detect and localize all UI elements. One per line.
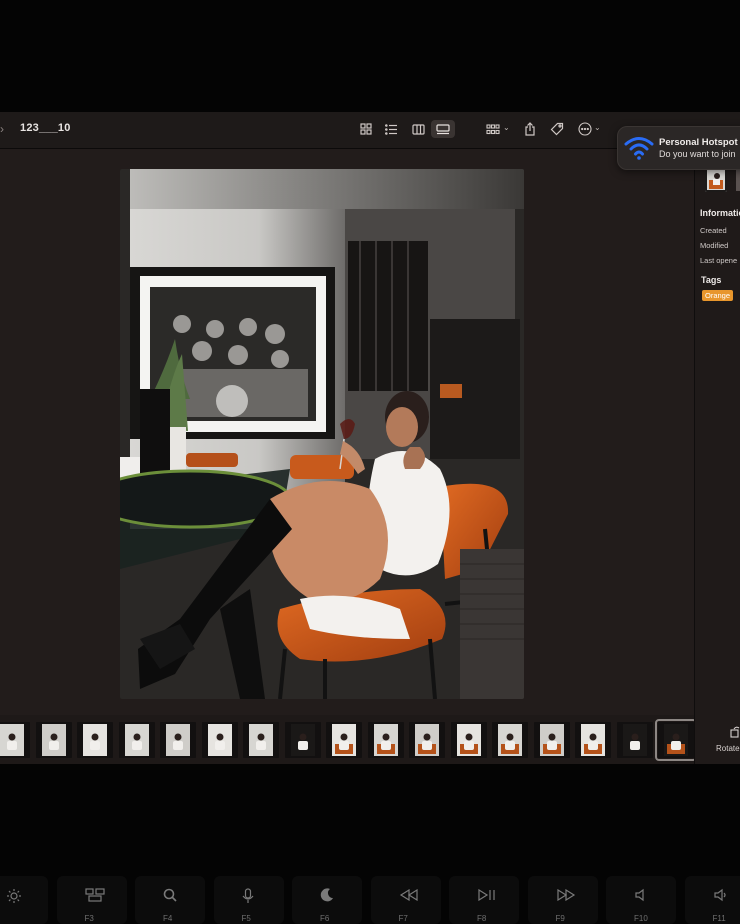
mission-control-icon	[84, 888, 105, 907]
info-sidebar: Informatio Created Modified Last opene T…	[694, 149, 740, 764]
tag-icon[interactable]	[548, 121, 566, 137]
filmstrip-thumbnail[interactable]	[160, 722, 196, 758]
preview-area	[0, 149, 694, 715]
filmstrip-thumbnail[interactable]	[575, 722, 611, 758]
sidebar-thumbnail-next[interactable]	[736, 167, 740, 191]
more-icon[interactable]	[576, 121, 594, 137]
notification-body: Do you want to join	[659, 149, 736, 159]
back-chevron-icon[interactable]: ›	[0, 122, 4, 136]
info-modified-label: Modified	[700, 241, 729, 250]
function-key-label: F3	[84, 914, 94, 923]
wifi-icon	[624, 135, 654, 166]
filmstrip-thumbnail[interactable]	[201, 722, 238, 758]
brightness-icon	[6, 888, 22, 909]
microphone-icon	[242, 888, 254, 909]
filmstrip	[0, 715, 697, 764]
filmstrip-thumbnail[interactable]	[118, 722, 155, 758]
columns-view-icon[interactable]	[409, 121, 427, 137]
volume-down-icon	[713, 888, 729, 907]
tags-heading: Tags	[701, 275, 722, 285]
filmstrip-thumbnail[interactable]	[367, 722, 404, 758]
filmstrip-thumbnail[interactable]	[284, 722, 321, 758]
gallery-view-icon[interactable]	[431, 120, 455, 138]
info-last-opened-label: Last opene	[700, 256, 738, 265]
function-key-label: F5	[241, 914, 251, 923]
information-heading: Informatio	[700, 208, 740, 218]
mute-icon	[634, 888, 648, 907]
list-view-icon[interactable]	[382, 121, 400, 137]
folder-title: 123___10	[20, 122, 71, 134]
share-icon[interactable]	[521, 121, 539, 137]
function-key-label: F6	[320, 914, 330, 923]
finder-window: › 123___10 ⌄ ⌄ Informatio Created Modifi…	[0, 112, 740, 764]
rewind-icon	[399, 888, 419, 906]
rotate-icon[interactable]	[730, 725, 740, 743]
rotate-button[interactable]: Rotate	[716, 744, 740, 753]
preview-photo	[120, 169, 524, 699]
filmstrip-thumbnail[interactable]	[326, 722, 362, 758]
function-key-label: F9	[555, 914, 565, 923]
info-created-label: Created	[700, 226, 727, 235]
function-key-label: F8	[477, 914, 487, 923]
moon-icon	[320, 888, 334, 907]
filmstrip-thumbnail[interactable]	[77, 722, 113, 758]
function-key-label: F4	[163, 914, 173, 923]
tag-orange[interactable]: Orange	[702, 290, 734, 301]
keyboard-function-row: F3 F4 F5 F6 F7 F8 F9 F10 F11	[0, 860, 740, 924]
search-icon	[163, 888, 177, 907]
group-icon[interactable]	[484, 121, 502, 137]
filmstrip-thumbnail[interactable]	[533, 722, 570, 758]
hotspot-notification[interactable]: Personal Hotspot A Do you want to join	[617, 126, 740, 170]
group-chevron-down-icon[interactable]: ⌄	[503, 123, 510, 132]
filmstrip-thumbnail[interactable]	[655, 719, 697, 761]
grid-view-icon[interactable]	[357, 121, 375, 137]
function-key-label: F7	[398, 914, 408, 923]
filmstrip-thumbnail[interactable]	[35, 722, 72, 758]
fast-forward-icon	[556, 888, 576, 906]
filmstrip-thumbnail[interactable]	[409, 722, 445, 758]
filmstrip-thumbnail[interactable]	[243, 722, 279, 758]
notification-title: Personal Hotspot A	[659, 137, 740, 148]
play-pause-icon	[477, 888, 497, 906]
function-key-label: F10	[634, 914, 648, 923]
filmstrip-thumbnail[interactable]	[450, 722, 487, 758]
filmstrip-thumbnail[interactable]	[616, 722, 653, 758]
filmstrip-thumbnail[interactable]	[0, 722, 30, 758]
more-chevron-down-icon[interactable]: ⌄	[594, 123, 601, 132]
function-key-label: F11	[712, 914, 726, 923]
filmstrip-thumbnail[interactable]	[492, 722, 528, 758]
